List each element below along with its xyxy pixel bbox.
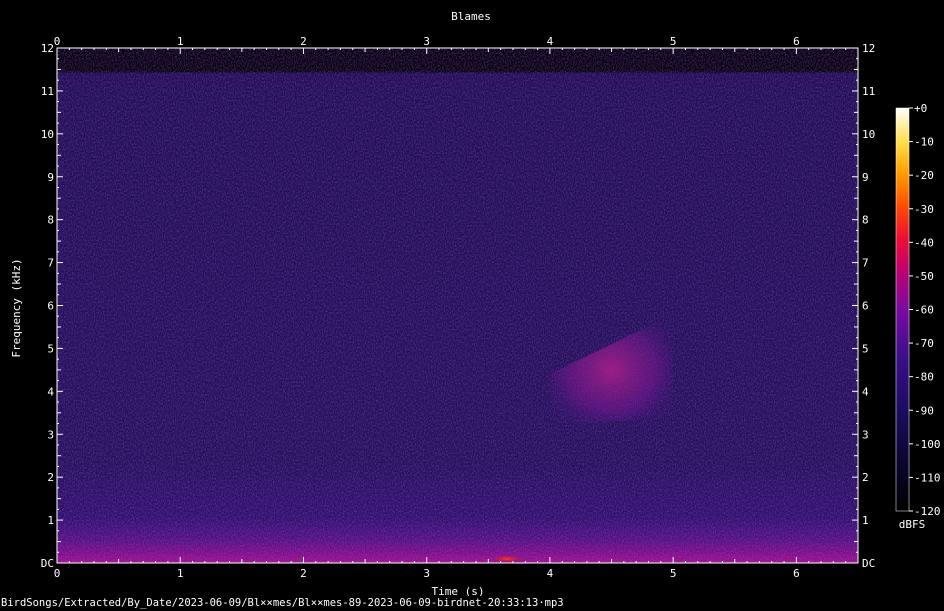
y-tick-label-left: 7 [47,257,54,270]
y-tick-label-left: 2 [47,471,54,484]
colorbar-tick-label: -10 [914,136,934,149]
y-tick-label-right: 1 [862,514,869,527]
x-tick-label-top: 3 [423,35,430,48]
x-tick-label-top: 6 [793,35,800,48]
low-frequency-hot-spot [490,554,523,563]
colorbar [895,107,910,512]
file-path: BirdSongs/Extracted/By_Date/2023-06-09/B… [1,597,564,609]
x-axis-label: Time (s) [432,585,485,596]
y-tick-label-right: 9 [862,171,869,184]
colorbar-tick-label: -20 [914,169,934,182]
x-tick-label-top: 1 [177,35,184,48]
colorbar-tick-label: -50 [914,270,934,283]
colorbar-tick-label: -90 [914,404,934,417]
y-tick-label-left: 8 [47,214,54,227]
y-tick-label-right: 2 [862,471,869,484]
x-tick-label-bottom: 4 [547,567,554,580]
x-tick-label-bottom: 0 [54,567,61,580]
y-tick-label-right: 5 [862,342,869,355]
y-tick-label-left: 1 [47,514,54,527]
spectrogram-chart: 0123456 0123456 DC123456789101112 DC1234… [10,10,941,596]
colorbar-tick-label: -60 [914,304,934,317]
x-tick-label-top: 5 [670,35,677,48]
y-tick-label-left: 12 [41,42,54,55]
colorbar-ticks: +0 -10 -20 -30 -40 -50 -60 -70 -80 -90 -100 -110 -12… [909,102,941,518]
y-tick-label-right: 12 [862,42,875,55]
colorbar-tick-label: -100 [914,438,941,451]
colorbar-label: dBFS [899,518,926,531]
y-tick-label-right: 11 [862,85,875,98]
colorbar-tick-label: -30 [914,203,934,216]
y-tick-label-left: 6 [47,300,54,313]
x-tick-label-bottom: 1 [177,567,184,580]
colorbar-tick-label: +0 [914,102,927,115]
y-tick-label-left: 9 [47,171,54,184]
x-tick-label-bottom: 3 [423,567,430,580]
y-tick-label-left: 4 [47,385,54,398]
x-tick-label-top: 4 [547,35,554,48]
x-tick-label-top: 0 [54,35,61,48]
y-tick-label-right: DC [862,557,875,570]
y-tick-label-left: DC [41,557,54,570]
y-tick-label-right: 4 [862,385,869,398]
colorbar-tick-label: -80 [914,371,934,384]
y-tick-label-right: 8 [862,214,869,227]
y-tick-label-left: 11 [41,85,54,98]
chart-title: Blames [451,10,491,23]
x-tick-label-bottom: 2 [300,567,307,580]
x-tick-label-top: 2 [300,35,307,48]
spectrogram-noise [57,48,858,563]
colorbar-tick-label: -110 [914,471,941,484]
y-tick-label-right: 10 [862,128,875,141]
y-tick-label-left: 3 [47,428,54,441]
y-tick-label-right: 7 [862,257,869,270]
y-axis-label: Frequency (kHz) [10,258,23,357]
y-tick-label-left: 10 [41,128,54,141]
y-tick-label-left: 5 [47,342,54,355]
y-tick-label-right: 6 [862,300,869,313]
colorbar-tick-label: -120 [914,505,941,518]
colorbar-tick-label: -70 [914,337,934,350]
colorbar-tick-label: -40 [914,236,934,249]
x-tick-label-bottom: 5 [670,567,677,580]
y-tick-label-right: 3 [862,428,869,441]
x-tick-label-bottom: 6 [793,567,800,580]
